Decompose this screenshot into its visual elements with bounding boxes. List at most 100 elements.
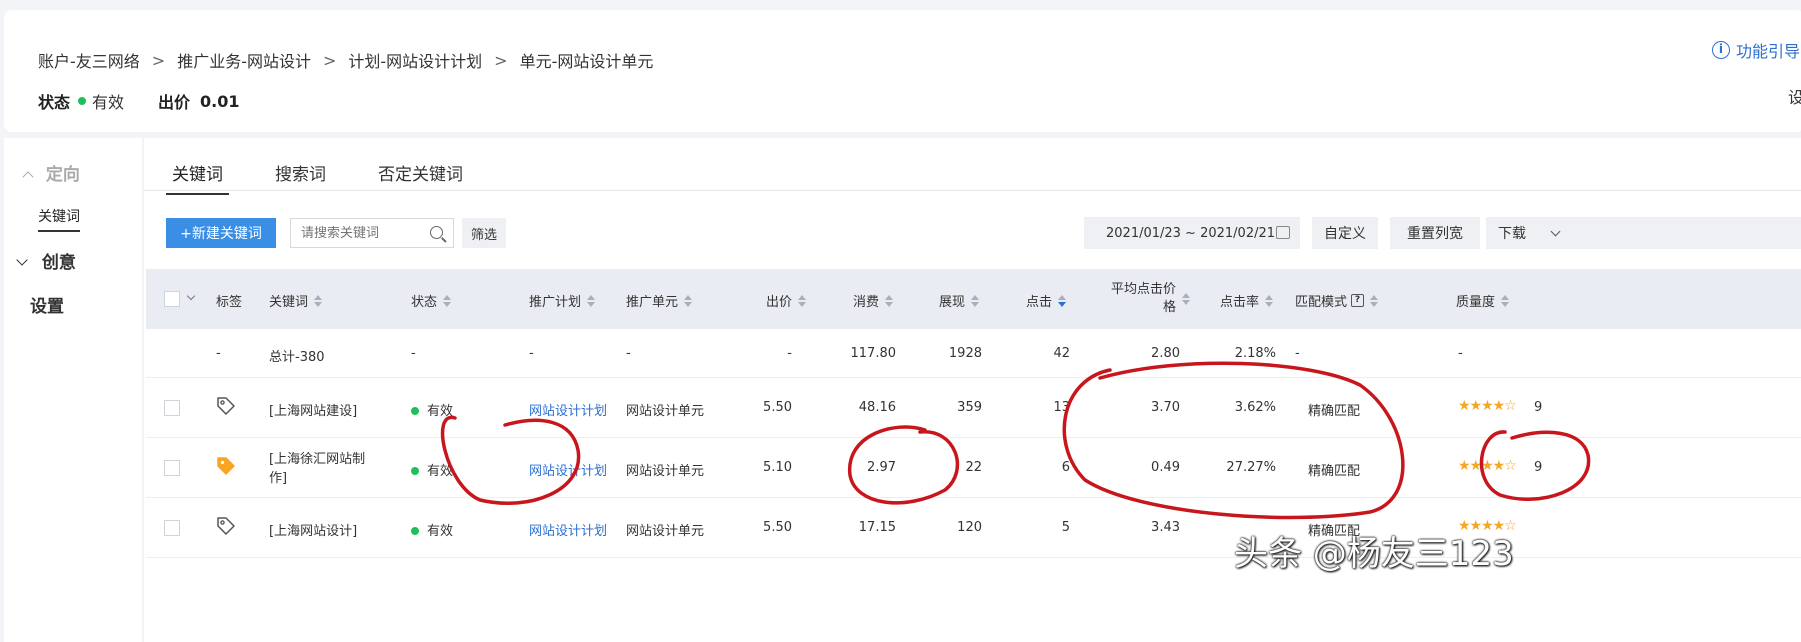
avg-cpc-value: 3.43 [1151, 520, 1180, 535]
clicks-value: 6 [1061, 460, 1070, 475]
plan-link[interactable]: 网站设计计划 [529, 460, 607, 479]
help-icon[interactable]: ? [1351, 294, 1365, 307]
feature-guide-link[interactable]: i 功能引导 [1711, 38, 1800, 62]
unit-text: 网站设计单元 [626, 404, 705, 419]
plan-link[interactable]: 网站设计计划 [529, 400, 607, 419]
unit-text: 网站设计单元 [626, 464, 705, 479]
bid-value[interactable]: 5.10 [746, 460, 792, 475]
quality-stars: ★★★★☆ [1458, 398, 1517, 414]
column-header-label: 点击 [1026, 295, 1053, 310]
new-keyword-button[interactable]: +新建关键词 [166, 218, 276, 248]
sidebar-group-creative[interactable]: 创意 [16, 248, 76, 273]
status-text: 有效 [427, 524, 454, 539]
column-header-keyword[interactable]: 关键词 [269, 291, 323, 310]
column-header-cost[interactable]: 消费 [853, 291, 894, 310]
keyword-status: 有效 [411, 400, 453, 419]
impressions-value: 359 [957, 400, 982, 415]
status-dot-icon [411, 407, 419, 415]
bid-label: 出价 [158, 93, 191, 112]
column-header-label: 点击率 [1220, 295, 1260, 310]
info-icon: i [1711, 41, 1730, 59]
match-type-value[interactable]: 精确匹配 [1308, 400, 1360, 419]
chevron-down-icon[interactable] [186, 291, 196, 301]
column-header-plan[interactable]: 推广计划 [529, 291, 596, 310]
table-row[interactable]: [上海网站建设] 有效 网站设计计划 网站设计单元 5.50 48.16 359… [146, 378, 1801, 438]
sort-icon [971, 294, 980, 307]
impressions-value: 120 [957, 520, 982, 535]
sidebar-group-label: 定向 [45, 165, 80, 185]
quality-stars: ★★★★☆ [1458, 458, 1517, 474]
sort-icon [1370, 294, 1379, 307]
column-header-impressions[interactable]: 展现 [939, 291, 980, 310]
total-tag: - [216, 346, 221, 361]
keyword-search-input[interactable] [301, 225, 421, 241]
table-total-row: - 总计-380 - - - - 117.80 1928 42 2.80 2.1… [146, 329, 1801, 378]
match-type-value[interactable]: 精确匹配 [1308, 460, 1360, 479]
column-header-quality[interactable]: 质量度 [1456, 291, 1510, 310]
breadcrumb-business[interactable]: 推广业务-网站设计 [177, 48, 311, 72]
search-icon[interactable] [430, 226, 443, 239]
tag-filled-icon[interactable] [216, 456, 236, 476]
column-header-status[interactable]: 状态 [411, 291, 452, 310]
keyword-search-box [290, 218, 454, 248]
table-row[interactable]: [上海网站设计] 有效 网站设计计划 网站设计单元 5.50 17.15 120… [146, 498, 1801, 558]
bid-value[interactable]: 5.50 [746, 400, 792, 415]
filter-button[interactable]: 筛选 [462, 218, 506, 248]
keyword-text[interactable]: [上海徐汇网站制 作] [269, 450, 365, 488]
keyword-text[interactable]: [上海网站设计] [269, 520, 357, 539]
sidebar-group-targeting[interactable]: 定向 [22, 160, 80, 185]
quality-score: 9 [1534, 400, 1543, 415]
sidebar-item-settings[interactable]: 设置 [30, 292, 64, 317]
column-header-label: 关键词 [269, 295, 309, 310]
breadcrumb-plan[interactable]: 计划-网站设计计划 [348, 48, 482, 72]
column-header-clicks[interactable]: 点击 [1026, 291, 1067, 310]
total-bid: - [787, 346, 792, 361]
chevron-down-icon [1550, 226, 1561, 236]
date-range-picker[interactable]: 2021/01/23 ~ 2021/02/21 [1084, 217, 1300, 249]
total-ctr: 2.18% [1234, 346, 1276, 361]
row-checkbox[interactable] [164, 460, 180, 476]
sidebar-item-keywords[interactable]: 关键词 [38, 206, 80, 232]
sort-icon[interactable] [1182, 293, 1190, 305]
download-button[interactable]: 下载 [1486, 217, 1801, 249]
sort-icon [798, 294, 807, 307]
plan-link[interactable]: 网站设计计划 [529, 520, 607, 539]
reset-column-width-button[interactable]: 重置列宽 [1390, 217, 1480, 249]
column-header-tag: 标签 [216, 295, 243, 310]
ctr-value: 27.27% [1226, 460, 1276, 475]
column-header-ctr[interactable]: 点击率 [1220, 291, 1274, 310]
column-header-label: 平均点击价 [1110, 282, 1176, 297]
tag-outline-icon[interactable] [216, 516, 236, 536]
table-row[interactable]: [上海徐汇网站制 作] 有效 网站设计计划 网站设计单元 5.10 2.97 2… [146, 438, 1801, 498]
bid-value[interactable]: 5.50 [746, 520, 792, 535]
breadcrumb-account[interactable]: 账户-友三网络 [38, 48, 140, 72]
chevron-up-icon [22, 171, 34, 183]
column-header-label: 匹配模式 [1295, 295, 1348, 310]
keyword-text[interactable]: [上海网站建设] [269, 400, 357, 419]
sort-icon [1265, 294, 1274, 307]
status-text: 有效 [427, 464, 454, 479]
unit-text: 网站设计单元 [626, 524, 705, 539]
column-header-avg-cpc[interactable]: 平均点击价 格 [1096, 281, 1176, 317]
total-match: - [1295, 346, 1300, 361]
total-avg-cpc: 2.80 [1151, 346, 1180, 361]
custom-columns-button[interactable]: 自定义 [1312, 217, 1378, 249]
row-checkbox[interactable] [164, 520, 180, 536]
keyword-status: 有效 [411, 460, 453, 479]
column-header-match-type[interactable]: 匹配模式 ? [1295, 291, 1379, 310]
breadcrumb-separator: > [151, 50, 166, 70]
status-dot-icon [411, 527, 419, 535]
settings-link-cut[interactable]: 设 [1788, 84, 1801, 108]
column-header-unit[interactable]: 推广单元 [626, 291, 693, 310]
tag-outline-icon[interactable] [216, 396, 236, 416]
date-range-value: 2021/01/23 ~ 2021/02/21 [1106, 225, 1276, 241]
sort-icon [314, 294, 323, 307]
status-text: 有效 [427, 404, 454, 419]
page-header: 账户-友三网络 > 推广业务-网站设计 > 计划-网站设计计划 > 单元-网站设… [4, 10, 1801, 132]
column-header-label: 展现 [939, 295, 966, 310]
row-checkbox[interactable] [164, 400, 180, 416]
select-all-checkbox[interactable] [164, 291, 180, 307]
column-header-bid[interactable]: 出价 [766, 291, 807, 310]
sort-icon [1501, 294, 1510, 307]
column-header-label: 状态 [411, 295, 438, 310]
